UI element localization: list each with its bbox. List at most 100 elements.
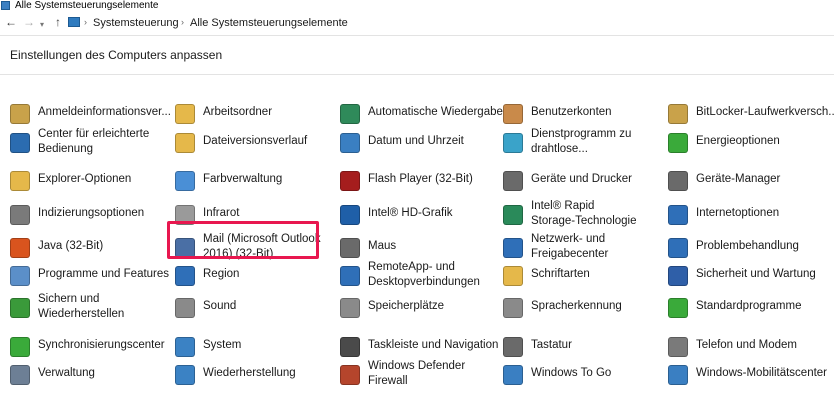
control-panel-item-backup-restore[interactable]: Sichern und Wiederherstellen	[10, 292, 170, 320]
control-panel-item-autoplay[interactable]: Automatische Wiedergabe	[340, 98, 503, 126]
work-folders-icon	[175, 104, 195, 124]
back-arrow-icon[interactable]: ←	[5, 15, 17, 29]
item-label: System	[203, 339, 242, 351]
recent-locations-dropdown-icon[interactable]: ▾	[40, 18, 44, 32]
color-management-icon	[175, 171, 195, 191]
control-panel-item-sync-center[interactable]: Synchronisierungscenter	[10, 331, 170, 359]
control-panel-item-programs-features[interactable]: Programme und Features	[10, 260, 170, 288]
breadcrumb-separator[interactable]: ›	[84, 17, 87, 27]
item-label: Standardprogramme	[696, 300, 802, 312]
page-heading: Einstellungen des Computers anpassen	[10, 48, 223, 62]
divider	[0, 74, 834, 75]
flash-player-icon	[340, 171, 360, 191]
devices-printers-icon	[503, 171, 523, 191]
item-label: Region	[203, 268, 240, 280]
region-icon	[175, 266, 195, 286]
item-label: Energieoptionen	[696, 135, 780, 147]
control-panel-item-color-management[interactable]: Farbverwaltung	[175, 165, 335, 193]
control-panel-item-intel-rst[interactable]: Intel® Rapid Storage-Technologie	[503, 199, 663, 227]
power-options-icon	[668, 133, 688, 153]
control-panel-item-phone-modem[interactable]: Telefon und Modem	[668, 331, 828, 359]
breadcrumb-control-panel[interactable]: Systemsteuerung	[93, 17, 179, 29]
item-label: Wiederherstellung	[203, 367, 296, 379]
control-panel-item-default-programs[interactable]: Standardprogramme	[668, 292, 828, 320]
item-label: Tastatur	[531, 339, 572, 351]
control-panel-item-bitlocker[interactable]: BitLocker-Laufwerkversch...	[668, 98, 834, 126]
control-panel-item-user-accounts[interactable]: Benutzerkonten	[503, 98, 663, 126]
up-arrow-icon[interactable]: ↑	[55, 15, 61, 29]
control-panel-item-device-manager[interactable]: Geräte-Manager	[668, 165, 828, 193]
address-field[interactable]: › Systemsteuerung › Alle Systemsteuerung…	[66, 14, 834, 32]
control-panel-item-network-sharing[interactable]: Netzwerk- und Freigabecenter	[503, 232, 663, 260]
control-panel-item-storage-spaces[interactable]: Speicherplätze	[340, 292, 500, 320]
control-panel-item-administrative-tools[interactable]: Verwaltung	[10, 359, 170, 387]
item-label: Windows To Go	[531, 367, 612, 379]
item-label: Farbverwaltung	[203, 173, 283, 185]
control-panel-item-flash-player[interactable]: Flash Player (32-Bit)	[340, 165, 500, 193]
control-panel-item-speech-recognition[interactable]: Spracherkennung	[503, 292, 663, 320]
control-panel-icon	[68, 17, 80, 27]
address-bar: ← → ▾ ↑ › Systemsteuerung › Alle Systems…	[0, 12, 834, 35]
keyboard-icon	[503, 337, 523, 357]
windows-to-go-icon	[503, 365, 523, 385]
mouse-icon	[340, 238, 360, 258]
control-panel-item-ease-of-access[interactable]: Center für erleichterte Bedienung	[10, 127, 170, 155]
user-accounts-icon	[503, 104, 523, 124]
indexing-options-icon	[10, 205, 30, 225]
item-label: Internetoptionen	[696, 207, 780, 219]
file-history-icon	[175, 133, 195, 153]
control-panel-item-security-maintenance[interactable]: Sicherheit und Wartung	[668, 260, 828, 288]
bitlocker-icon	[668, 104, 688, 124]
control-panel-item-folder-options[interactable]: Explorer-Optionen	[10, 165, 170, 193]
item-label: Dienstprogramm zu drahtlose...	[531, 128, 632, 155]
control-panel-item-power-options[interactable]: Energieoptionen	[668, 127, 828, 155]
window-title: Alle Systemsteuerungselemente	[15, 0, 159, 11]
control-panel-item-fonts[interactable]: Schriftarten	[503, 260, 663, 288]
item-label: Arbeitsordner	[203, 106, 273, 118]
firewall-icon	[340, 365, 360, 385]
item-label: Spracherkennung	[531, 300, 622, 312]
control-panel-item-mobility-center[interactable]: Windows-Mobilitätscenter	[668, 359, 828, 387]
control-panel-item-java[interactable]: Java (32-Bit)	[10, 232, 170, 260]
control-panel-item-intel-graphics[interactable]: Intel® HD-Grafik	[340, 199, 500, 227]
control-panel-item-work-folders[interactable]: Arbeitsordner	[175, 98, 335, 126]
breadcrumb-separator[interactable]: ›	[181, 17, 184, 27]
item-label: Java (32-Bit)	[38, 240, 104, 252]
control-panel-item-troubleshooting[interactable]: Problembehandlung	[668, 232, 828, 260]
item-label: Windows Defender Firewall	[368, 360, 466, 387]
item-label: Telefon und Modem	[696, 339, 798, 351]
control-panel-item-wireless-utility[interactable]: Dienstprogramm zu drahtlose...	[503, 127, 663, 155]
control-panel-item-date-time[interactable]: Datum und Uhrzeit	[340, 127, 500, 155]
control-panel-item-devices-printers[interactable]: Geräte und Drucker	[503, 165, 663, 193]
forward-arrow-icon[interactable]: →	[23, 15, 35, 29]
control-panel-item-file-history[interactable]: Dateiversionsverlauf	[175, 127, 335, 155]
security-maintenance-icon	[668, 266, 688, 286]
default-programs-icon	[668, 298, 688, 318]
item-label: Benutzerkonten	[531, 106, 612, 118]
control-panel-item-internet-options[interactable]: Internetoptionen	[668, 199, 828, 227]
breadcrumb-all-items[interactable]: Alle Systemsteuerungselemente	[190, 17, 348, 29]
item-label: Sound	[203, 300, 237, 312]
control-panel-item-credential-manager[interactable]: Anmeldeinformationsver...	[10, 98, 171, 126]
control-panel-item-keyboard[interactable]: Tastatur	[503, 331, 663, 359]
control-panel-item-windows-to-go[interactable]: Windows To Go	[503, 359, 663, 387]
administrative-tools-icon	[10, 365, 30, 385]
system-icon	[175, 337, 195, 357]
control-panel-item-sound[interactable]: Sound	[175, 292, 335, 320]
control-panel-item-firewall[interactable]: Windows Defender Firewall	[340, 359, 500, 387]
control-panel-item-remoteapp[interactable]: RemoteApp- und Desktopverbindungen	[340, 260, 500, 288]
sound-icon	[175, 298, 195, 318]
control-panel-item-recovery[interactable]: Wiederherstellung	[175, 359, 335, 387]
item-label: Schriftarten	[531, 268, 590, 280]
control-panel-item-system[interactable]: System	[175, 331, 335, 359]
control-panel-item-taskbar[interactable]: Taskleiste und Navigation	[340, 331, 500, 359]
item-label: Flash Player (32-Bit)	[368, 173, 473, 185]
control-panel-item-indexing-options[interactable]: Indizierungsoptionen	[10, 199, 170, 227]
fonts-icon	[503, 266, 523, 286]
control-panel-item-region[interactable]: Region	[175, 260, 335, 288]
item-label: Taskleiste und Navigation	[368, 339, 499, 351]
programs-features-icon	[10, 266, 30, 286]
ease-of-access-icon	[10, 133, 30, 153]
item-label: Sicherheit und Wartung	[696, 268, 816, 280]
control-panel-item-mouse[interactable]: Maus	[340, 232, 500, 260]
